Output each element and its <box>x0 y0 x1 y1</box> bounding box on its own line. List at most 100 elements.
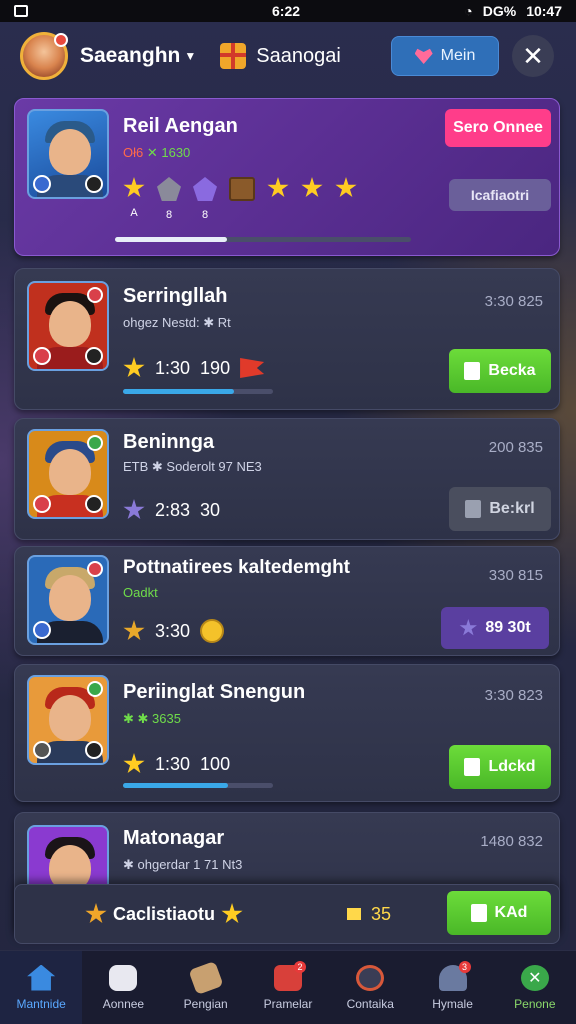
star-icon <box>335 177 357 198</box>
featured-title: Reil Aengan <box>123 115 238 137</box>
close-icon: ✕ <box>522 40 544 71</box>
entry-subtitle: ✱ ohgerdar 1 71 Nt3 <box>123 857 243 872</box>
main-button-label: Mein <box>440 47 476 64</box>
badge-left-icon <box>33 741 51 759</box>
document-icon <box>470 904 487 922</box>
heart-icon <box>414 48 433 64</box>
nav-item-dice[interactable]: Aonnee <box>82 951 164 1024</box>
nav-item-bomb[interactable]: Contaika <box>329 951 411 1024</box>
status-bar: 6:22 ◔ DG% 10:47 <box>0 0 576 22</box>
nav-item-check[interactable]: ✕ Penone <box>494 951 576 1024</box>
status-time-right: 10:47 <box>526 3 562 19</box>
entry-action-button[interactable]: Be:krl <box>449 487 551 531</box>
gem-icon <box>157 177 181 201</box>
badge-top-icon <box>87 681 103 697</box>
featured-progress <box>115 237 411 242</box>
entry-time: 3:30 823 <box>484 687 543 704</box>
player-avatar[interactable] <box>20 32 68 80</box>
star-icon <box>123 753 145 774</box>
bomb-icon <box>356 964 385 991</box>
reward-row: A 8 8 <box>123 177 357 221</box>
star-icon <box>123 177 145 198</box>
notification-icon <box>14 5 28 17</box>
entry-time: 200 835 <box>488 439 543 456</box>
coin-icon <box>200 619 225 643</box>
entry-time: 1480 832 <box>480 833 543 850</box>
badge-left-icon <box>33 495 51 513</box>
flag-icon <box>240 358 265 378</box>
nav-item-chest[interactable]: 2 Pramelar <box>247 951 329 1024</box>
star-icon <box>459 619 477 636</box>
bottom-banner: Caclistiaotu 35 KAd <box>14 884 560 944</box>
featured-subtitle: Oł6 ✕ 1630 <box>123 145 191 160</box>
reward-item <box>301 177 323 207</box>
status-time-center: 6:22 <box>272 3 301 19</box>
featured-portrait <box>27 109 109 199</box>
document-icon <box>464 758 481 776</box>
main-button[interactable]: Mein <box>391 36 499 76</box>
entry-portrait <box>27 675 109 765</box>
nav-item-helmet[interactable]: 3 Hymale <box>411 951 493 1024</box>
badge-top-icon <box>87 435 103 451</box>
badge-right-icon <box>85 741 103 759</box>
entry-portrait <box>27 281 109 371</box>
check-icon: ✕ <box>520 964 549 991</box>
entry-card[interactable]: Beninnga ETB ✱ Soderolt 97 NE3 200 835 2… <box>14 418 560 540</box>
close-button[interactable]: ✕ <box>512 35 554 77</box>
badge-left-icon <box>33 175 51 193</box>
helmet-icon: 3 <box>438 960 471 991</box>
badge-left-icon <box>33 621 51 639</box>
chevron-down-icon[interactable]: ▼ <box>184 49 196 63</box>
wifi-icon: ◔ <box>464 3 473 19</box>
status-right: ◔ DG% 10:47 <box>464 3 562 19</box>
entry-card[interactable]: Periinglat Snengun ✱ ✱ 3635 3:30 823 1:3… <box>14 664 560 802</box>
nav-item-home[interactable]: Mantnide <box>0 951 83 1024</box>
battery-text: DG% <box>482 3 517 19</box>
star-icon <box>123 499 145 520</box>
featured-card[interactable]: Reil Aengan Oł6 ✕ 1630 Sero Onnee Icafia… <box>14 98 560 256</box>
badge-top-icon <box>87 287 103 303</box>
nav-item-scroll[interactable]: Pengian <box>165 951 247 1024</box>
featured-secondary-button[interactable]: Icafiaotri <box>449 179 551 211</box>
reward-item: A <box>123 177 145 219</box>
star-icon <box>123 357 145 378</box>
document-icon <box>465 500 482 518</box>
entry-card[interactable]: Serringllah ohgez Nestd: ✱ Rt 3:30 825 1… <box>14 268 560 410</box>
entry-time: 330 815 <box>488 567 543 584</box>
entry-time: 3:30 825 <box>484 293 543 310</box>
guild-name[interactable]: Saanogai <box>256 45 341 68</box>
entry-title: Periinglat Snengun <box>123 681 306 703</box>
notification-dot <box>54 33 68 47</box>
entry-stats: 3:30 <box>123 619 225 643</box>
reward-item: 8 <box>193 177 217 221</box>
entry-title: Matonagar <box>123 827 225 849</box>
entry-card[interactable]: Pottnatirees kaltedemght Oadkt 330 815 3… <box>14 546 560 656</box>
entry-subtitle: ohgez Nestd: ✱ Rt <box>123 315 231 330</box>
reward-item <box>267 177 289 207</box>
banner-action-button[interactable]: KAd <box>447 891 551 935</box>
badge-icon <box>85 903 107 924</box>
badge-right-icon <box>85 495 103 513</box>
entry-action-button[interactable]: 89 30t <box>441 607 549 649</box>
banner-count: 35 <box>347 904 391 925</box>
player-name[interactable]: Saeanghn <box>80 44 180 68</box>
star-icon <box>221 903 243 924</box>
featured-action-button[interactable]: Sero Onnee <box>445 109 551 147</box>
entry-action-button[interactable]: Ldckd <box>449 745 551 789</box>
entry-subtitle: ✱ ✱ 3635 <box>123 711 181 726</box>
entry-portrait <box>27 555 109 645</box>
document-icon <box>464 362 481 380</box>
home-icon <box>27 964 56 991</box>
entry-action-button[interactable]: Becka <box>449 349 551 393</box>
badge-left-icon <box>33 347 51 365</box>
entry-portrait <box>27 429 109 519</box>
entry-stats: 2:83 30 <box>123 499 220 521</box>
dice-icon <box>109 964 138 991</box>
entry-title: Pottnatirees kaltedemght <box>123 557 350 578</box>
entry-progress <box>123 783 273 788</box>
gift-icon[interactable] <box>220 43 247 69</box>
star-icon <box>123 620 145 641</box>
badge-right-icon <box>85 347 103 365</box>
banner-label: Caclistiaotu <box>113 903 216 924</box>
entry-subtitle: ETB ✱ Soderolt 97 NE3 <box>123 459 262 474</box>
